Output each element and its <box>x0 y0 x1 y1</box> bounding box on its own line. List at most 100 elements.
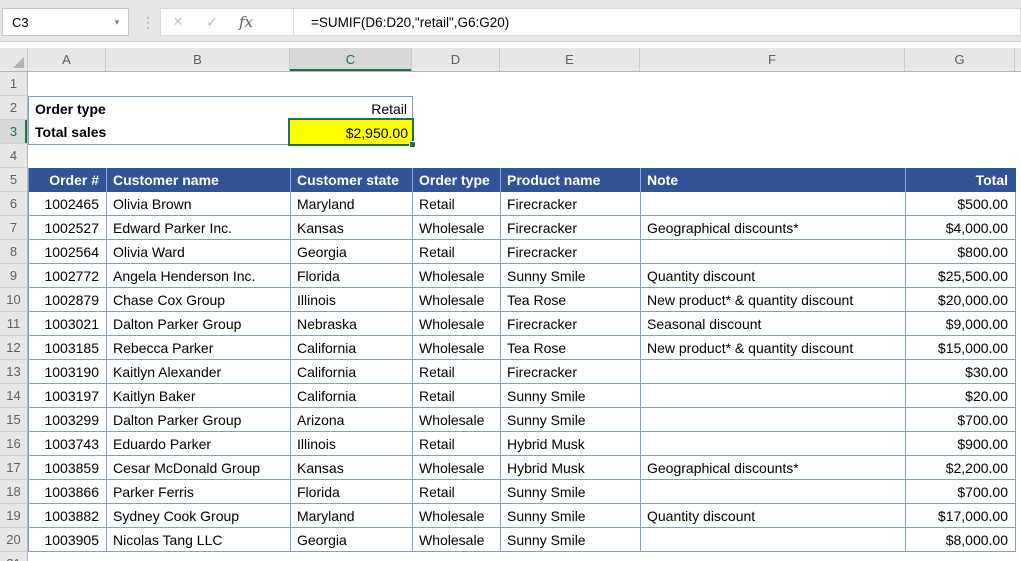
table-cell[interactable]: Florida <box>291 480 413 504</box>
column-header-E[interactable]: E <box>500 48 640 71</box>
table-cell[interactable]: California <box>291 336 413 360</box>
table-cell[interactable]: Maryland <box>291 504 413 528</box>
table-cell[interactable]: Edward Parker Inc. <box>107 216 291 240</box>
table-cell[interactable]: Sunny Smile <box>501 408 641 432</box>
table-cell[interactable]: Kansas <box>291 456 413 480</box>
table-cell[interactable]: Firecracker <box>501 240 641 264</box>
table-cell[interactable]: Wholesale <box>413 264 501 288</box>
table-cell[interactable]: Wholesale <box>413 288 501 312</box>
row-header-11[interactable]: 11 <box>0 312 27 336</box>
table-cell[interactable]: Rebecca Parker <box>107 336 291 360</box>
row-header-3[interactable]: 3 <box>0 120 27 144</box>
table-cell[interactable]: $500.00 <box>906 192 1016 216</box>
table-cell[interactable]: Retail <box>413 192 501 216</box>
table-cell[interactable]: 1003299 <box>29 408 107 432</box>
table-cell[interactable]: Olivia Ward <box>107 240 291 264</box>
insert-function-icon[interactable]: fx <box>229 13 263 31</box>
row-header-1[interactable]: 1 <box>0 72 27 96</box>
table-cell[interactable]: $8,000.00 <box>906 528 1016 552</box>
table-cell[interactable]: 1002527 <box>29 216 107 240</box>
table-cell[interactable]: Retail <box>413 480 501 504</box>
table-cell[interactable]: Hybrid Musk <box>501 432 641 456</box>
table-header-cell[interactable]: Order # <box>29 168 107 192</box>
table-cell[interactable]: 1003905 <box>29 528 107 552</box>
row-header-6[interactable]: 6 <box>0 192 27 216</box>
table-cell[interactable]: Sunny Smile <box>501 480 641 504</box>
table-cell[interactable]: 1002879 <box>29 288 107 312</box>
table-cell[interactable]: Sunny Smile <box>501 264 641 288</box>
table-cell[interactable]: Dalton Parker Group <box>107 312 291 336</box>
table-cell[interactable]: California <box>291 360 413 384</box>
table-cell[interactable]: $30.00 <box>906 360 1016 384</box>
table-cell[interactable]: Retail <box>413 384 501 408</box>
table-cell[interactable]: 1003859 <box>29 456 107 480</box>
table-cell[interactable]: Quantity discount <box>641 264 906 288</box>
select-all-button[interactable] <box>0 48 28 71</box>
name-box-dropdown-icon[interactable]: ▾ <box>106 17 128 28</box>
column-header-D[interactable]: D <box>412 48 500 71</box>
table-cell[interactable]: 1002465 <box>29 192 107 216</box>
table-header-cell[interactable]: Total <box>906 168 1016 192</box>
column-header-B[interactable]: B <box>106 48 290 71</box>
name-box[interactable]: C3 ▾ <box>2 8 129 36</box>
column-header-A[interactable]: A <box>28 48 106 71</box>
table-cell[interactable]: Olivia Brown <box>107 192 291 216</box>
table-header-cell[interactable]: Note <box>641 168 906 192</box>
table-cell[interactable]: Dalton Parker Group <box>107 408 291 432</box>
table-cell[interactable]: 1003197 <box>29 384 107 408</box>
table-cell[interactable]: Florida <box>291 264 413 288</box>
table-cell[interactable]: 1002564 <box>29 240 107 264</box>
table-cell[interactable]: Seasonal discount <box>641 312 906 336</box>
table-cell[interactable]: California <box>291 384 413 408</box>
formula-input[interactable]: =SUMIF(D6:D20,"retail",G6:G20) <box>294 15 509 30</box>
table-cell[interactable]: Quantity discount <box>641 504 906 528</box>
column-header-C[interactable]: C <box>290 48 412 71</box>
table-cell[interactable]: Nebraska <box>291 312 413 336</box>
table-cell[interactable] <box>641 528 906 552</box>
table-cell[interactable]: $25,500.00 <box>906 264 1016 288</box>
table-cell[interactable]: New product* & quantity discount <box>641 336 906 360</box>
column-header-F[interactable]: F <box>640 48 905 71</box>
row-header-8[interactable]: 8 <box>0 240 27 264</box>
table-cell[interactable]: Georgia <box>291 240 413 264</box>
table-cell[interactable]: 1003021 <box>29 312 107 336</box>
table-cell[interactable]: $9,000.00 <box>906 312 1016 336</box>
table-cell[interactable]: Parker Ferris <box>107 480 291 504</box>
table-cell[interactable]: 1003190 <box>29 360 107 384</box>
row-header-13[interactable]: 13 <box>0 360 27 384</box>
table-cell[interactable]: Kaitlyn Baker <box>107 384 291 408</box>
table-cell[interactable]: Retail <box>413 240 501 264</box>
table-cell[interactable] <box>641 384 906 408</box>
table-header-cell[interactable]: Customer name <box>107 168 291 192</box>
row-header-4[interactable]: 4 <box>0 144 27 168</box>
table-cell[interactable]: 1003866 <box>29 480 107 504</box>
table-cell[interactable]: Tea Rose <box>501 288 641 312</box>
table-cell[interactable]: Wholesale <box>413 504 501 528</box>
row-header-7[interactable]: 7 <box>0 216 27 240</box>
table-cell[interactable]: Cesar McDonald Group <box>107 456 291 480</box>
row-header-5[interactable]: 5 <box>0 168 27 192</box>
table-cell[interactable]: Eduardo Parker <box>107 432 291 456</box>
table-cell[interactable]: Wholesale <box>413 312 501 336</box>
row-header-15[interactable]: 15 <box>0 408 27 432</box>
order-type-label-cell[interactable]: Order type <box>28 96 291 121</box>
row-header-12[interactable]: 12 <box>0 336 27 360</box>
table-cell[interactable]: 1002772 <box>29 264 107 288</box>
table-cell[interactable]: 1003185 <box>29 336 107 360</box>
table-cell[interactable] <box>641 408 906 432</box>
order-type-value-cell[interactable]: Retail <box>290 96 413 121</box>
table-cell[interactable]: Sunny Smile <box>501 528 641 552</box>
table-cell[interactable]: 1003882 <box>29 504 107 528</box>
table-cell[interactable]: $700.00 <box>906 480 1016 504</box>
table-header-cell[interactable]: Order type <box>413 168 501 192</box>
table-cell[interactable]: $2,200.00 <box>906 456 1016 480</box>
table-cell[interactable]: $20.00 <box>906 384 1016 408</box>
table-cell[interactable]: Firecracker <box>501 192 641 216</box>
table-cell[interactable]: Angela Henderson Inc. <box>107 264 291 288</box>
table-cell[interactable]: 1003743 <box>29 432 107 456</box>
row-header-2[interactable]: 2 <box>0 96 27 120</box>
table-cell[interactable]: $15,000.00 <box>906 336 1016 360</box>
table-cell[interactable]: Firecracker <box>501 216 641 240</box>
table-cell[interactable] <box>641 480 906 504</box>
table-cell[interactable]: New product* & quantity discount <box>641 288 906 312</box>
